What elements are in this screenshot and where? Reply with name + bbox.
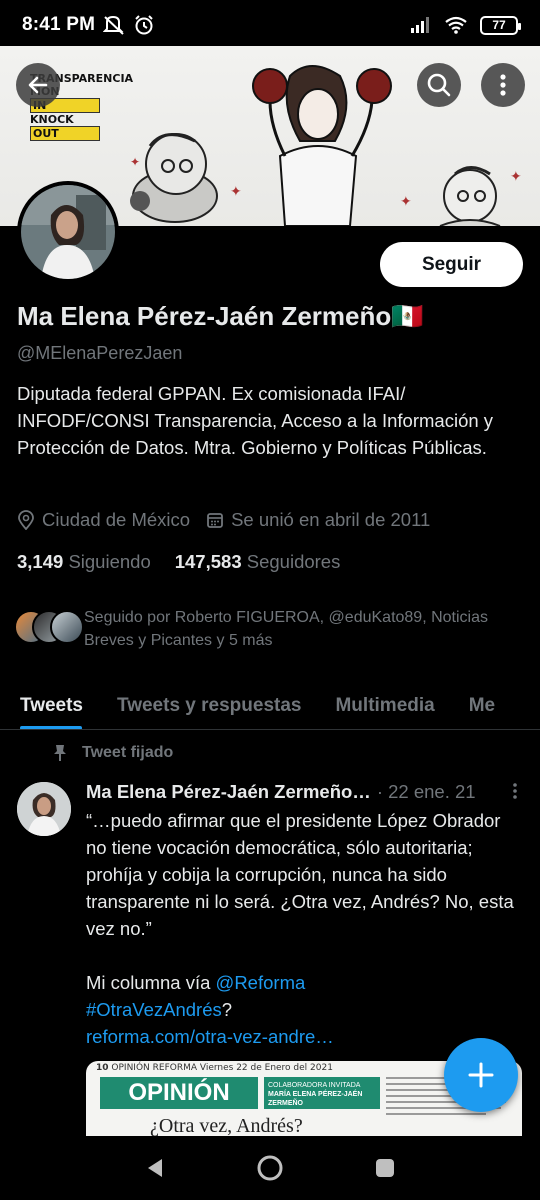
tweet-column-line: Mi columna vía @Reforma — [86, 969, 526, 996]
back-triangle-icon[interactable] — [144, 1156, 166, 1180]
following-count: 3,149 — [17, 551, 64, 572]
banner-tag-line: KNOCK — [30, 113, 74, 126]
recents-square-icon[interactable] — [374, 1157, 396, 1179]
arrow-left-icon — [28, 76, 48, 94]
plus-icon — [468, 1062, 494, 1088]
hashtag-suffix: ? — [221, 999, 233, 1020]
profile-meta: Ciudad de México Se unió en abril de 201… — [17, 509, 430, 531]
profile-tabs: Tweets Tweets y respuestas Multimedia Me — [0, 682, 540, 730]
tab-likes[interactable]: Me — [452, 682, 512, 729]
followed-by-avatars — [14, 610, 84, 650]
battery-icon: 77 — [480, 15, 521, 35]
followers-link[interactable]: 147,583 Seguidores — [175, 551, 341, 573]
mention-link[interactable]: @Reforma — [216, 972, 306, 993]
profile-name: Ma Elena Pérez-Jaén Zermeño🇲🇽 — [17, 301, 424, 331]
tweet-text-prefix: Mi columna vía — [86, 972, 216, 993]
more-vertical-icon — [500, 74, 506, 96]
svg-text:✦: ✦ — [400, 193, 412, 209]
avatar-photo — [21, 185, 115, 279]
followed-by-row[interactable]: Seguido por Roberto FIGUEROA, @eduKato89… — [14, 606, 514, 652]
home-circle-icon[interactable] — [255, 1153, 285, 1183]
wifi-icon — [445, 16, 467, 34]
profile-location: Ciudad de México — [17, 509, 190, 531]
more-vertical-icon — [513, 783, 517, 799]
status-bar: 8:41 PM 77 — [0, 0, 540, 50]
tab-tweets-replies[interactable]: Tweets y respuestas — [100, 682, 318, 729]
tab-media[interactable]: Multimedia — [318, 682, 451, 729]
tweet-more-button[interactable] — [512, 782, 518, 805]
profile-avatar[interactable] — [17, 181, 119, 283]
avatar-photo — [17, 782, 71, 836]
tweet-text: “…puedo afirmar que el presidente López … — [86, 807, 526, 1050]
signal-icon — [411, 17, 429, 33]
joined-text: Se unió en abril de 2011 — [231, 509, 431, 530]
following-link[interactable]: 3,149 Siguiendo — [17, 551, 151, 573]
search-icon — [427, 73, 451, 97]
tweet-hashtag-line: #OtraVezAndrés? — [86, 996, 526, 1023]
pinned-indicator: Tweet fijado — [52, 744, 173, 762]
followers-label: Seguidores — [246, 551, 341, 572]
banner-tag-line: OUT — [30, 126, 100, 141]
status-time: 8:41 PM — [22, 14, 96, 35]
calendar-icon — [207, 513, 223, 528]
tweet-avatar[interactable] — [17, 782, 71, 836]
card-author: MARÍA ELENA PÉREZ-JAÉN ZERMEÑO — [268, 1091, 363, 1107]
hashtag-link[interactable]: #OtraVezAndrés — [86, 999, 222, 1020]
card-header: 10 OPINIÓN REFORMA Viernes 22 de Enero d… — [96, 1063, 333, 1073]
card-header-text: OPINIÓN REFORMA Viernes 22 de Enero del … — [111, 1063, 333, 1073]
alarm-icon — [135, 15, 153, 35]
profile-handle: @MElenaPerezJaen — [17, 343, 183, 363]
search-button[interactable] — [417, 63, 461, 107]
card-article-title: ¿Otra vez, Andrés? — [150, 1115, 303, 1136]
card-collab-label: COLABORADORA INVITADA — [268, 1082, 361, 1089]
card-section-title: OPINIÓN — [100, 1077, 258, 1109]
profile-joined: Se unió en abril de 2011 — [206, 509, 430, 531]
pin-icon — [54, 745, 66, 761]
svg-text:✦: ✦ — [130, 155, 140, 169]
mute-icon — [103, 15, 124, 35]
card-collab-box: COLABORADORA INVITADA MARÍA ELENA PÉREZ-… — [264, 1077, 380, 1109]
follow-button[interactable]: Seguir — [380, 242, 523, 287]
tweet-quote: “…puedo afirmar que el presidente López … — [86, 810, 514, 939]
system-navigation-bar — [0, 1136, 540, 1200]
card-page-number: 10 — [96, 1063, 109, 1073]
svg-text:✦: ✦ — [230, 183, 242, 199]
location-text: Ciudad de México — [42, 509, 191, 530]
tweet-author[interactable]: Ma Elena Pérez-Jaén Zermeño… — [86, 781, 371, 803]
followers-count: 147,583 — [174, 551, 242, 572]
compose-tweet-button[interactable] — [444, 1038, 518, 1112]
follow-counts: 3,149 Siguiendo 147,583 Seguidores — [17, 551, 340, 573]
avatar — [50, 610, 84, 644]
tab-tweets[interactable]: Tweets — [0, 682, 100, 729]
profile-bio: Diputada federal GPPAN. Ex comisionada I… — [17, 383, 494, 458]
pinned-label: Tweet fijado — [82, 744, 174, 761]
svg-text:✦: ✦ — [510, 168, 522, 184]
tweet-header: Ma Elena Pérez-Jaén Zermeño… · 22 ene. 2… — [86, 781, 476, 803]
followed-by-text: Seguido por Roberto FIGUEROA, @eduKato89… — [84, 609, 488, 649]
following-label: Siguiendo — [68, 551, 151, 572]
more-options-button[interactable] — [481, 63, 525, 107]
back-button[interactable] — [16, 63, 60, 107]
location-pin-icon — [18, 510, 34, 530]
tweet-date[interactable]: · 22 ene. 21 — [377, 781, 476, 803]
